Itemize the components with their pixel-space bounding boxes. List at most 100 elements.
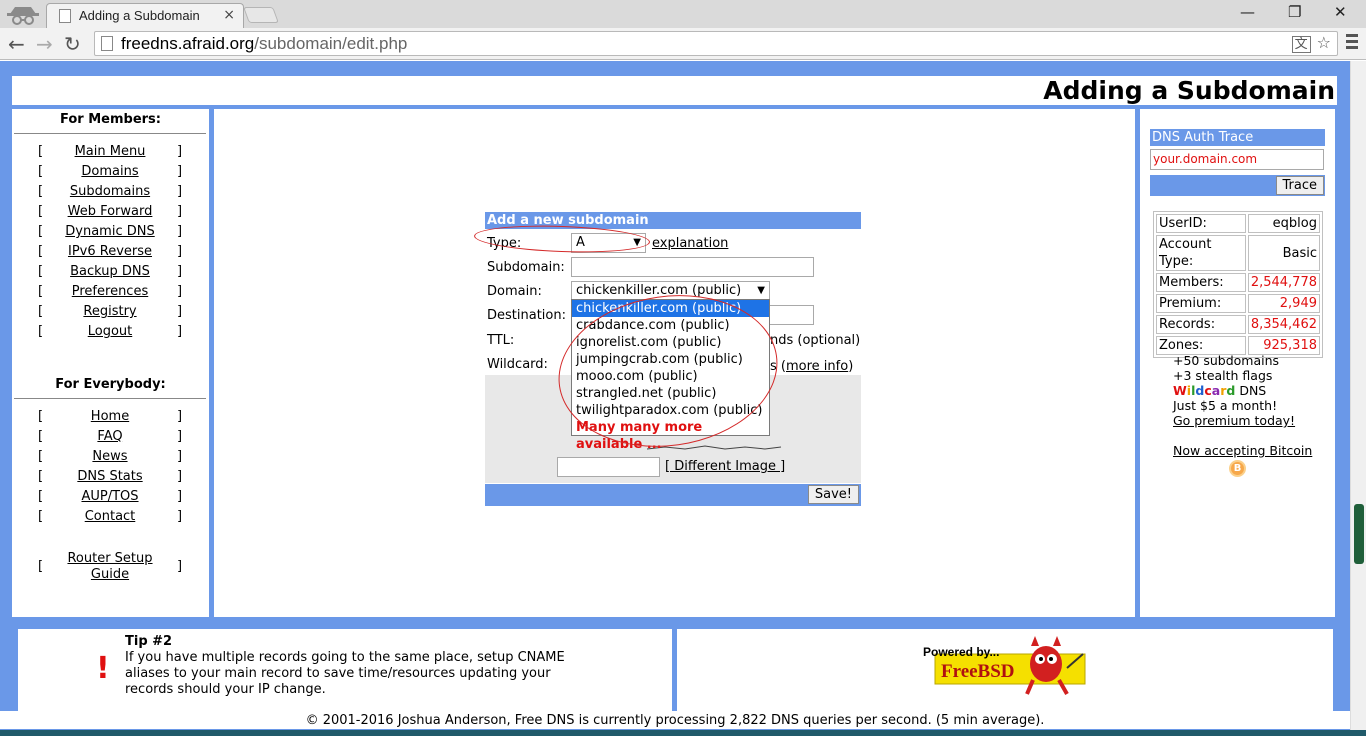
sidebar-link[interactable]: Logout <box>48 324 172 339</box>
sidebar-item-faq[interactable]: [FAQ] <box>12 429 209 447</box>
save-button[interactable]: Save! <box>807 485 859 504</box>
sidebar-link[interactable]: FAQ <box>48 429 172 444</box>
forward-icon[interactable]: → <box>36 32 53 56</box>
sidebar-item-preferences[interactable]: [Preferences] <box>12 284 209 302</box>
minimize-icon[interactable]: — <box>1240 3 1255 21</box>
stat-value: eqblog <box>1247 214 1320 233</box>
captcha-input[interactable] <box>557 457 660 477</box>
router-setup-link[interactable]: Router Setup Guide <box>48 551 172 583</box>
more-info-close: ) <box>848 359 854 374</box>
sidebar-link[interactable]: Home <box>48 409 172 424</box>
bookmark-star-icon[interactable]: ☆ <box>1317 33 1331 52</box>
freebsd-logo[interactable]: Powered by... FreeBSD <box>921 634 1086 698</box>
destination-label: Destination: <box>487 308 566 323</box>
browser-tab[interactable]: Adding a Subdomain × <box>46 3 244 28</box>
back-icon[interactable]: ← <box>8 32 25 56</box>
sidebar-link[interactable]: DNS Stats <box>48 469 172 484</box>
ttl-label: TTL: <box>487 333 515 348</box>
bracket-left: [ <box>38 429 44 444</box>
tip-text: If you have multiple records going to th… <box>125 650 565 697</box>
sidebar-item-home[interactable]: [ Home] <box>12 409 209 427</box>
browser-menu-icon[interactable] <box>1346 34 1358 52</box>
divider <box>14 398 206 399</box>
sidebar-item-dynamic-dns[interactable]: [ Dynamic DNS] <box>12 224 209 242</box>
tip-title: Tip #2 <box>125 634 173 649</box>
bitcoin-link[interactable]: Now accepting Bitcoin <box>1173 443 1312 458</box>
more-info-link[interactable]: more info <box>786 359 848 374</box>
incognito-icon <box>7 7 39 25</box>
freebsd-box: Powered by... FreeBSD <box>677 629 1333 721</box>
sidebar-item-ipv6-reverse[interactable]: [IPv6 Reverse] <box>12 244 209 262</box>
sidebar-item-contact[interactable]: [Contact] <box>12 509 209 527</box>
sidebar-item-registry[interactable]: [Registry] <box>12 304 209 322</box>
members-title: For Members: <box>60 112 161 127</box>
bitcoin-icon: B <box>1229 460 1246 477</box>
reload-icon[interactable]: ↻ <box>64 32 81 56</box>
bracket-right: ] <box>177 409 183 424</box>
promo-line: +50 subdomains <box>1173 353 1280 368</box>
sidebar-item-backup-dns[interactable]: [Backup DNS] <box>12 264 209 282</box>
bracket-right: ] <box>177 509 183 524</box>
sidebar-link[interactable]: AUP/TOS <box>48 489 172 504</box>
bracket-left: [ <box>38 489 44 504</box>
sidebar-item-dns-stats[interactable]: [DNS Stats] <box>12 469 209 487</box>
sidebar-item-subdomains[interactable]: [Subdomains] <box>12 184 209 202</box>
subdomain-input[interactable] <box>571 257 814 277</box>
go-premium-link[interactable]: Go premium today! <box>1173 413 1295 428</box>
page-title: Adding a Subdomain <box>1043 76 1335 105</box>
sidebar-link[interactable]: Main Menu <box>48 144 172 159</box>
dns-trace-input[interactable]: your.domain.com <box>1150 149 1324 170</box>
address-bar[interactable]: freedns.afraid.org/subdomain/edit.php 文 ☆ <box>94 31 1338 56</box>
sidebar-link[interactable]: Domains <box>48 164 172 179</box>
sidebar-item-web-forward[interactable]: [Web Forward] <box>12 204 209 222</box>
bracket-left: [ <box>38 224 44 239</box>
restore-icon[interactable]: ❐ <box>1288 3 1301 21</box>
bracket-right: ] <box>177 224 183 239</box>
bracket-left: [ <box>38 144 44 159</box>
new-tab-button[interactable] <box>243 7 279 23</box>
page-scrollbar[interactable] <box>1350 61 1366 736</box>
sidebar-item-domains[interactable]: [Domains] <box>12 164 209 182</box>
sidebar-link[interactable]: Dynamic DNS <box>48 224 172 239</box>
sidebar-link[interactable]: Preferences <box>48 284 172 299</box>
bracket-right: ] <box>177 324 183 339</box>
bracket-left: [ <box>38 469 44 484</box>
sidebar-link[interactable]: Contact <box>48 509 172 524</box>
sidebar-item-main-menu[interactable]: [Main Menu] <box>12 144 209 162</box>
stat-value: 2,544,778 <box>1247 273 1320 292</box>
bracket-right: ] <box>177 284 183 299</box>
subdomain-label: Subdomain: <box>487 260 565 275</box>
scroll-thumb[interactable] <box>1354 504 1364 564</box>
stats-row: Premium: 2,949 <box>1156 294 1320 313</box>
sidebar-link[interactable]: Subdomains <box>48 184 172 199</box>
sidebar-link[interactable]: News <box>48 449 172 464</box>
sidebar-link[interactable]: Registry <box>48 304 172 319</box>
sidebar-item-news[interactable]: [News] <box>12 449 209 467</box>
window-close-icon[interactable]: ✕ <box>1334 3 1347 21</box>
promo-line: +3 stealth flags <box>1173 368 1273 383</box>
tab-close-icon[interactable]: × <box>223 7 235 23</box>
stat-label: UserID: <box>1156 214 1246 233</box>
trace-button[interactable]: Trace <box>1275 176 1324 195</box>
sidebar-item-aup-tos[interactable]: [AUP/TOS] <box>12 489 209 507</box>
url-host: freedns.afraid.org <box>121 34 255 53</box>
copyright-text: © 2001-2016 Joshua Anderson, Free DNS is… <box>305 713 1045 728</box>
header-bar: Adding a Subdomain <box>12 76 1337 105</box>
sidebar-item-logout[interactable]: [Logout] <box>12 324 209 342</box>
sidebar-link[interactable]: Backup DNS <box>48 264 172 279</box>
bracket-right: ] <box>177 244 183 259</box>
sidebar-item-router-setup[interactable]: [ Router Setup Guide ] <box>12 551 209 585</box>
bracket-left: [ <box>38 559 44 574</box>
everybody-title: For Everybody: <box>55 377 166 392</box>
different-image-link[interactable]: [ Different Image ] <box>665 459 785 474</box>
promo-line: Just $5 a month! <box>1173 398 1278 413</box>
sidebar-link[interactable]: Web Forward <box>48 204 172 219</box>
stat-label: Records: <box>1156 315 1246 334</box>
translate-icon[interactable]: 文 <box>1291 36 1311 53</box>
right-sidebar: DNS Auth Trace your.domain.com Trace Use… <box>1140 109 1335 617</box>
sidebar-link[interactable]: IPv6 Reverse <box>48 244 172 259</box>
exclamation-icon: ! <box>96 651 110 686</box>
bracket-left: [ <box>38 409 44 424</box>
stat-value: Basic <box>1247 235 1320 271</box>
explanation-link[interactable]: explanation <box>652 236 728 251</box>
